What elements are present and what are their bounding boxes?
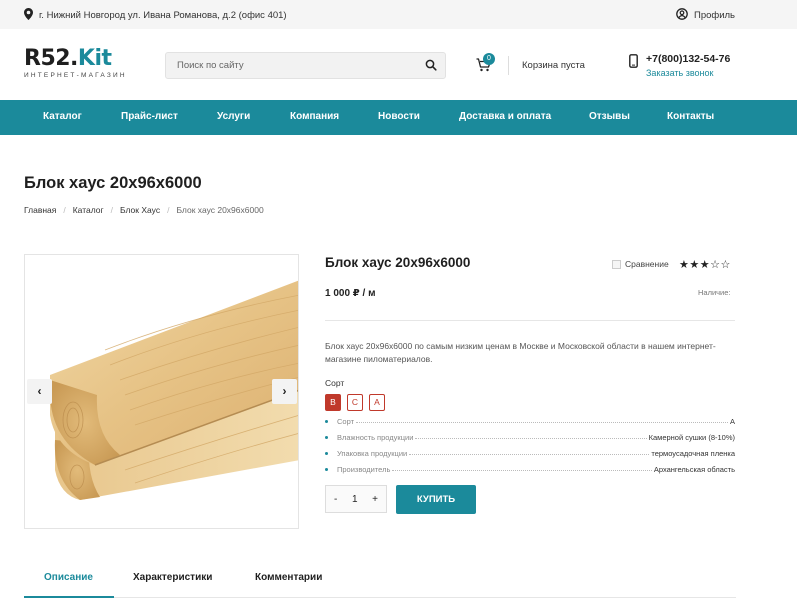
- property-value: Архангельская область: [653, 465, 735, 474]
- property-value: А: [729, 417, 735, 426]
- nav-item-price-list[interactable]: Прайс-лист: [121, 111, 178, 122]
- property-key: Производитель: [337, 465, 391, 474]
- gallery-prev-button[interactable]: ‹: [27, 379, 52, 404]
- logo-text: R52.: [24, 46, 78, 71]
- star-filled-icon: ★: [689, 259, 700, 271]
- product-title: Блок хаус 20х96х6000: [325, 255, 471, 270]
- main-nav: Каталог Прайс-лист Услуги Компания Новос…: [0, 100, 797, 135]
- address-text: г. Нижний Новгород ул. Ивана Романова, д…: [39, 10, 287, 21]
- breadcrumb-separator: /: [63, 205, 66, 215]
- property-row: Влажность продукции Камерной сушки (8-10…: [325, 426, 735, 442]
- sort-label: Сорт: [325, 378, 345, 388]
- nav-item-services[interactable]: Услуги: [217, 111, 250, 122]
- divider: [325, 320, 735, 321]
- property-value: термоусадочная пленка: [651, 449, 735, 458]
- property-row: Упаковка продукции термоусадочная пленка: [325, 442, 735, 458]
- search-input[interactable]: [166, 53, 406, 78]
- phone-icon: [629, 54, 638, 78]
- breadcrumb-separator: /: [110, 205, 114, 215]
- cart-icon: [476, 58, 491, 75]
- active-tab-indicator: [24, 596, 114, 598]
- nav-item-news[interactable]: Новости: [378, 111, 420, 122]
- property-key: Сорт: [337, 417, 355, 426]
- rating-stars[interactable]: ★★★☆☆: [679, 258, 731, 271]
- tab-comments[interactable]: Комментарии: [255, 572, 322, 583]
- logo-accent: Kit: [77, 46, 112, 71]
- address: г. Нижний Новгород ул. Ивана Романова, д…: [24, 8, 287, 23]
- sort-option-a[interactable]: А: [369, 394, 385, 411]
- breadcrumb-home[interactable]: Главная: [24, 205, 56, 215]
- property-row: Сорт А: [325, 410, 735, 426]
- bullet-icon: [325, 436, 328, 439]
- breadcrumb: Главная / Каталог / Блок Хаус / Блок хау…: [24, 205, 264, 215]
- breadcrumb-current: Блок хаус 20х96х6000: [176, 205, 264, 215]
- property-row: Производитель Архангельская область: [325, 458, 735, 474]
- phone-number[interactable]: +7(800)132-54-76: [646, 53, 730, 65]
- tab-description[interactable]: Описание: [44, 572, 93, 583]
- chevron-left-icon: ‹: [37, 384, 42, 398]
- compare-toggle[interactable]: Сравнение: [612, 259, 669, 269]
- sort-option-v[interactable]: В: [325, 394, 341, 411]
- top-bar: г. Нижний Новгород ул. Ивана Романова, д…: [0, 0, 797, 29]
- logo-subtitle: ИНТЕРНЕТ-МАГАЗИН: [24, 72, 127, 79]
- logo[interactable]: R52.Kit ИНТЕРНЕТ-МАГАЗИН: [24, 46, 127, 80]
- bullet-icon: [325, 468, 328, 471]
- availability: Наличие:: [698, 288, 731, 297]
- gallery-next-button[interactable]: ›: [272, 379, 297, 404]
- product-image: [49, 280, 298, 500]
- property-key: Влажность продукции: [337, 433, 414, 442]
- location-pin-icon: [24, 8, 33, 23]
- chevron-right-icon: ›: [282, 384, 287, 398]
- quantity-value[interactable]: 1: [352, 494, 358, 505]
- breadcrumb-separator: /: [167, 205, 170, 215]
- bullet-icon: [325, 452, 328, 455]
- cart-button[interactable]: 0: [476, 53, 495, 75]
- search-box: [165, 52, 446, 79]
- compare-label: Сравнение: [625, 259, 669, 269]
- profile-label: Профиль: [694, 10, 736, 21]
- bullet-icon: [325, 420, 328, 423]
- profile-link[interactable]: Профиль: [676, 8, 735, 23]
- nav-item-company[interactable]: Компания: [290, 111, 339, 122]
- breadcrumb-category[interactable]: Блок Хаус: [120, 205, 160, 215]
- contact-block: +7(800)132-54-76 Заказать звонок: [629, 53, 730, 78]
- buy-button[interactable]: КУПИТЬ: [396, 485, 476, 514]
- user-icon: [676, 8, 688, 23]
- product-properties: Сорт А Влажность продукции Камерной сушк…: [325, 410, 735, 474]
- breadcrumb-catalog[interactable]: Каталог: [73, 205, 104, 215]
- sort-option-s[interactable]: С: [347, 394, 363, 411]
- tab-characteristics[interactable]: Характеристики: [133, 572, 212, 583]
- star-filled-icon: ★: [679, 259, 690, 271]
- search-icon[interactable]: [425, 59, 437, 74]
- star-empty-icon: ☆: [720, 259, 731, 271]
- property-key: Упаковка продукции: [337, 449, 408, 458]
- product-price: 1 000 ₽ / м: [325, 288, 376, 299]
- star-empty-icon: ☆: [710, 259, 721, 271]
- compare-checkbox[interactable]: [612, 259, 621, 269]
- nav-item-delivery[interactable]: Доставка и оплата: [459, 111, 551, 122]
- decrement-button[interactable]: -: [334, 494, 337, 505]
- callback-link[interactable]: Заказать звонок: [646, 68, 730, 78]
- nav-item-catalog[interactable]: Каталог: [43, 111, 82, 122]
- star-filled-icon: ★: [699, 259, 711, 271]
- nav-item-contacts[interactable]: Контакты: [667, 111, 714, 122]
- quantity-stepper: - 1 +: [325, 485, 387, 513]
- cart-count-badge: 0: [483, 53, 495, 65]
- cart-status[interactable]: Корзина пуста: [522, 60, 585, 71]
- product-tabs: Описание Характеристики Комментарии: [24, 567, 736, 598]
- product-description: Блок хаус 20х96х6000 по самым низким цен…: [325, 341, 716, 364]
- divider: [508, 56, 509, 75]
- increment-button[interactable]: +: [372, 494, 378, 505]
- product-gallery: ‹ ›: [24, 254, 299, 529]
- page-title: Блок хаус 20х96х6000: [24, 174, 202, 192]
- nav-item-reviews[interactable]: Отзывы: [589, 111, 630, 122]
- property-value: Камерной сушки (8-10%): [648, 433, 735, 442]
